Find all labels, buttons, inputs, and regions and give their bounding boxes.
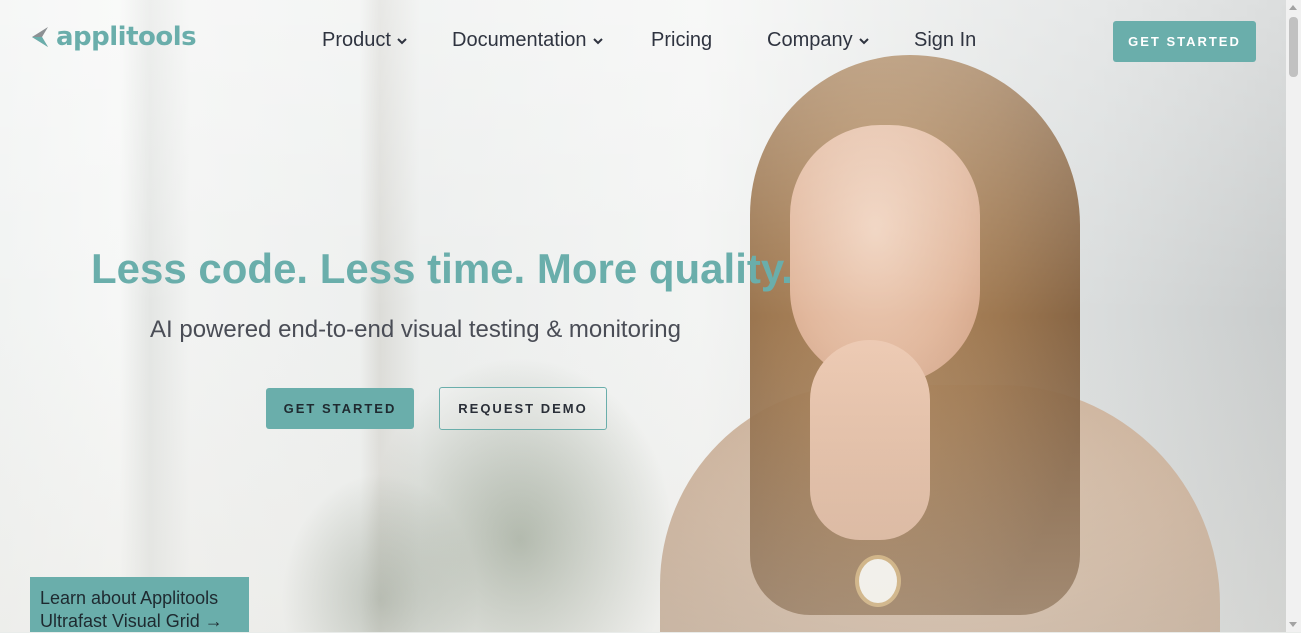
chevron-down-icon [858, 37, 869, 44]
top-navigation: applitools Product Documentation Pricing… [0, 0, 1286, 82]
get-started-button[interactable]: GET STARTED [266, 388, 414, 429]
hero-subheadline: AI powered end-to-end visual testing & m… [150, 316, 681, 343]
scroll-up-icon[interactable] [1289, 5, 1297, 10]
request-demo-button[interactable]: REQUEST DEMO [439, 387, 607, 430]
ultrafast-grid-promo[interactable]: Learn about Applitools Ultrafast Visual … [30, 577, 249, 632]
nav-sign-in[interactable]: Sign In [914, 29, 976, 52]
chevron-down-icon [397, 37, 407, 44]
nav-pricing[interactable]: Pricing [651, 29, 712, 52]
nav-documentation[interactable]: Documentation [452, 29, 603, 52]
promo-line-1: Learn about Applitools [40, 588, 219, 608]
applitools-logo[interactable]: applitools [30, 22, 197, 52]
scrollbar-thumb[interactable] [1289, 17, 1298, 77]
nav-company-label: Company [767, 29, 853, 51]
applitools-logo-icon [32, 27, 48, 47]
chevron-down-icon [592, 37, 603, 44]
promo-line-2: Ultrafast Visual Grid → [40, 611, 223, 631]
nav-product[interactable]: Product [322, 29, 407, 52]
nav-sign-in-label: Sign In [914, 29, 977, 51]
nav-documentation-label: Documentation [452, 29, 587, 51]
nav-pricing-label: Pricing [651, 29, 713, 51]
page-scrollbar[interactable] [1286, 0, 1301, 632]
nav-company[interactable]: Company [767, 29, 869, 52]
nav-get-started-button[interactable]: GET STARTED [1113, 21, 1256, 62]
nav-product-label: Product [322, 29, 391, 51]
scroll-down-icon[interactable] [1289, 622, 1297, 627]
hero-headline: Less code. Less time. More quality. [91, 245, 793, 292]
brand-name: applitools [56, 22, 197, 52]
